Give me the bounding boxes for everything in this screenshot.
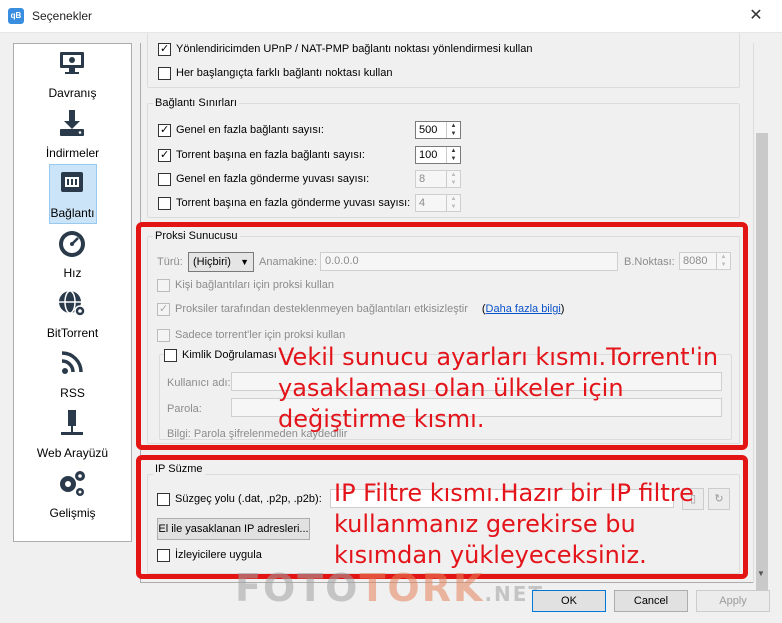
sidebar-item-label: Web Arayüzü	[36, 446, 109, 460]
spin-arrows-icon[interactable]: ▲ ▼	[446, 147, 460, 163]
per-torrent-upload-slots-checkbox[interactable]	[158, 196, 171, 210]
network-icon	[56, 168, 88, 198]
random-port-label: Her başlangıçta farklı bağlantı noktası …	[176, 67, 393, 79]
sidebar-item-webui[interactable]: Web Arayüzü	[14, 404, 131, 464]
proxy-annotation-text: Vekil sunucu ayarları kısmı.Torrent'in y…	[278, 343, 719, 433]
sidebar-item-advanced[interactable]: Gelişmiş	[14, 464, 131, 524]
sidebar-item-label: Bağlantı	[50, 206, 95, 220]
sidebar-item-downloads[interactable]: İndirmeler	[14, 104, 131, 164]
per-torrent-connections-value: 100	[419, 149, 438, 161]
per-torrent-upload-slots-value: 4	[419, 197, 426, 209]
global-max-connections-spinbox[interactable]: 500 ▲ ▼	[415, 121, 461, 139]
sidebar-item-label: Gelişmiş	[49, 506, 96, 520]
ip-filter-annotation-text: IP Filtre kısmı.Hazır bir IP filtre kull…	[334, 479, 694, 569]
sidebar-item-bittorrent[interactable]: BitTorrent	[14, 284, 131, 344]
rss-icon	[56, 348, 88, 378]
global-upload-slots-label: Genel en fazla gönderme yuvası sayısı:	[176, 173, 370, 185]
sidebar-item-label: Davranış	[48, 86, 97, 100]
connection-limits-title: Bağlantı Sınırları	[153, 97, 239, 109]
global-max-connections-label: Genel en fazla bağlantı sayısı:	[176, 124, 324, 136]
per-torrent-upload-slots-option[interactable]: Torrent başına en fazla gönderme yuvası …	[158, 195, 410, 211]
download-icon	[56, 108, 88, 138]
per-torrent-connections-checkbox[interactable]	[158, 148, 171, 162]
window-title: Seçenekler	[32, 9, 93, 23]
sidebar-item-speed[interactable]: Hız	[14, 224, 131, 284]
globe-gear-icon	[56, 288, 88, 318]
sidebar-item-behavior[interactable]: Davranış	[14, 44, 131, 104]
per-torrent-connections-spinbox[interactable]: 100 ▲ ▼	[415, 146, 461, 164]
close-icon[interactable]: ✕	[738, 4, 774, 28]
global-upload-slots-checkbox[interactable]	[158, 172, 171, 186]
ok-button[interactable]: OK	[532, 590, 606, 612]
network-port-icon	[56, 408, 88, 438]
upnp-option[interactable]: Yönlendiricimden UPnP / NAT-PMP bağlantı…	[158, 41, 532, 57]
per-torrent-connections-label: Torrent başına en fazla bağlantı sayısı:	[176, 149, 365, 161]
sidebar-item-label: RSS	[60, 386, 85, 400]
monitor-icon	[56, 48, 88, 78]
watermark: FOTOTORK.NET	[235, 566, 545, 610]
sidebar-item-connection[interactable]: Bağlantı	[14, 164, 131, 224]
sidebar: Davranış İndirmeler Bağlantı Hız BitTorr…	[13, 43, 132, 542]
scrollbar-thumb[interactable]	[756, 133, 768, 603]
cancel-button[interactable]: Cancel	[614, 590, 688, 612]
global-max-connections-checkbox[interactable]	[158, 123, 171, 137]
title-bar: qB Seçenekler ✕	[0, 0, 782, 33]
random-port-checkbox[interactable]	[158, 66, 171, 80]
app-icon: qB	[8, 8, 24, 24]
sidebar-item-label: Hız	[63, 266, 82, 280]
scroll-down-arrow-icon[interactable]: ▼	[757, 569, 765, 578]
gears-icon	[56, 468, 88, 498]
global-max-connections-value: 500	[419, 124, 438, 136]
vertical-scrollbar[interactable]: ▼	[753, 43, 769, 603]
per-torrent-upload-slots-spinbox[interactable]: 4 ▲ ▼	[415, 194, 461, 212]
global-upload-slots-value: 8	[419, 173, 426, 185]
sidebar-item-label: İndirmeler	[45, 146, 100, 160]
upnp-checkbox[interactable]	[158, 42, 171, 56]
spin-arrows-icon[interactable]: ▲ ▼	[446, 171, 460, 187]
random-port-option[interactable]: Her başlangıçta farklı bağlantı noktası …	[158, 65, 392, 81]
global-max-connections-option[interactable]: Genel en fazla bağlantı sayısı:	[158, 122, 324, 138]
per-torrent-connections-option[interactable]: Torrent başına en fazla bağlantı sayısı:	[158, 147, 365, 163]
sidebar-item-label: BitTorrent	[46, 326, 99, 340]
spin-arrows-icon[interactable]: ▲ ▼	[446, 122, 460, 138]
upnp-label: Yönlendiricimden UPnP / NAT-PMP bağlantı…	[176, 43, 533, 55]
apply-button[interactable]: Apply	[696, 590, 770, 612]
sidebar-item-rss[interactable]: RSS	[14, 344, 131, 404]
global-upload-slots-spinbox[interactable]: 8 ▲ ▼	[415, 170, 461, 188]
per-torrent-upload-slots-label: Torrent başına en fazla gönderme yuvası …	[176, 197, 411, 209]
spin-arrows-icon[interactable]: ▲ ▼	[446, 195, 460, 211]
global-upload-slots-option[interactable]: Genel en fazla gönderme yuvası sayısı:	[158, 171, 369, 187]
speedometer-icon	[56, 228, 88, 258]
